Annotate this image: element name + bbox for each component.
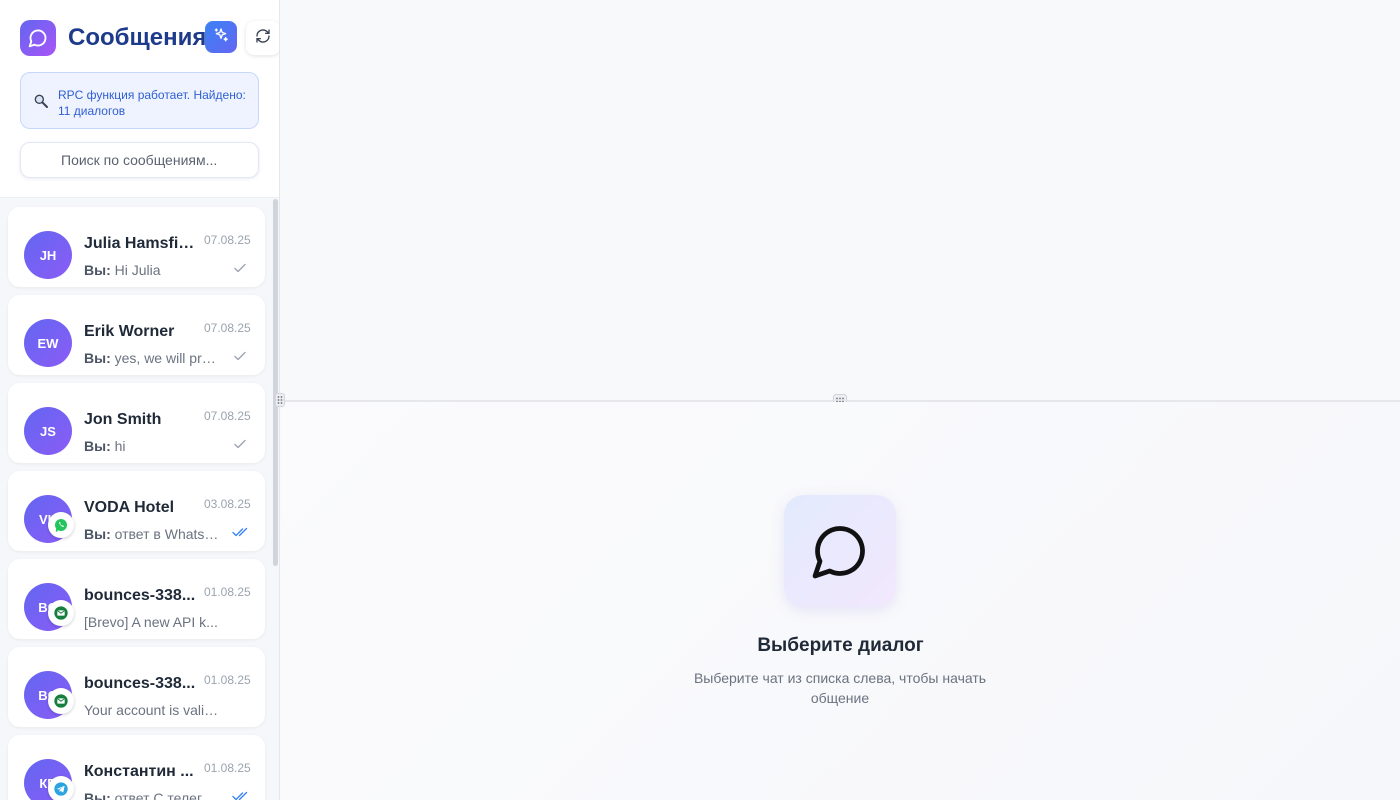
chat-bubble-icon bbox=[784, 495, 896, 607]
conversation-date: 07.08.25 bbox=[204, 233, 251, 247]
conversation-item[interactable]: JH Julia Hamsfield 07.08.25 Вы: Hi Julia bbox=[8, 207, 265, 287]
sidebar-header: Сообщения RPC функция работает. Найдено:… bbox=[0, 0, 279, 198]
conversation-item[interactable]: VH VODA Hotel 03.08.25 Вы: ответ в Whats… bbox=[8, 471, 265, 551]
envelope-icon bbox=[48, 688, 74, 714]
preview-text: Hi Julia bbox=[114, 262, 161, 278]
conversation-date: 03.08.25 bbox=[204, 497, 251, 511]
conversation-list[interactable]: JH Julia Hamsfield 07.08.25 Вы: Hi Julia… bbox=[0, 199, 279, 800]
avatar: EW bbox=[24, 319, 72, 367]
conversation-name: VODA Hotel bbox=[84, 499, 175, 516]
magnifier-icon bbox=[33, 93, 49, 109]
preview-text: ответ в Whatsa... bbox=[114, 526, 220, 542]
envelope-icon bbox=[48, 600, 74, 626]
conversation-date: 07.08.25 bbox=[204, 409, 251, 423]
conversation-date: 01.08.25 bbox=[204, 585, 251, 599]
empty-state-title: Выберите диалог bbox=[757, 635, 924, 656]
conversation-name: Константин ... bbox=[84, 763, 194, 780]
telegram-icon bbox=[48, 776, 74, 800]
whatsapp-icon bbox=[48, 512, 74, 538]
sender-label: Вы: bbox=[84, 438, 111, 454]
empty-state-pane: Выберите диалог Выберите чат из списка с… bbox=[281, 402, 1400, 800]
conversation-item[interactable]: BO bounces-338... 01.08.25 Your account … bbox=[8, 647, 265, 727]
check-icon bbox=[232, 261, 248, 275]
conversation-preview: Вы: yes, we will pro... bbox=[84, 350, 220, 366]
check-icon bbox=[232, 437, 248, 451]
rpc-status-banner: RPC функция работает. Найдено: 11 диалог… bbox=[20, 72, 259, 129]
conversation-name: bounces-338... bbox=[84, 587, 196, 604]
conversation-name: Erik Worner bbox=[84, 323, 175, 340]
conversation-preview: Вы: ответ в Whatsa... bbox=[84, 526, 220, 542]
sender-label: Вы: bbox=[84, 262, 111, 278]
conversation-date: 07.08.25 bbox=[204, 321, 251, 335]
conversation-item[interactable]: BO bounces-338... 01.08.25 [Brevo] A new… bbox=[8, 559, 265, 639]
conversation-item[interactable]: JS Jon Smith 07.08.25 Вы: hi bbox=[8, 383, 265, 463]
refresh-icon bbox=[255, 28, 271, 49]
conversation-date: 01.08.25 bbox=[204, 673, 251, 687]
search-box bbox=[20, 142, 259, 178]
conversation-preview: [Brevo] A new API k... bbox=[84, 614, 218, 630]
sidebar: Сообщения RPC функция работает. Найдено:… bbox=[0, 0, 280, 800]
scrollbar[interactable] bbox=[273, 199, 278, 566]
check-icon bbox=[232, 349, 248, 363]
refresh-button[interactable] bbox=[246, 21, 279, 55]
double-check-icon bbox=[232, 789, 248, 800]
conversation-preview: Your account is valid... bbox=[84, 702, 220, 718]
sparkles-icon bbox=[213, 27, 229, 48]
page-title: Сообщения bbox=[68, 24, 207, 51]
preview-text: hi bbox=[114, 438, 126, 454]
conversation-name: bounces-338... bbox=[84, 675, 196, 692]
resize-handle-vertical[interactable] bbox=[275, 393, 285, 407]
avatar: JS bbox=[24, 407, 72, 455]
preview-text: ответ С телеги ... bbox=[114, 790, 220, 800]
avatar: JH bbox=[24, 231, 72, 279]
conversation-preview: Вы: Hi Julia bbox=[84, 262, 220, 278]
preview-text: yes, we will pro... bbox=[114, 350, 220, 366]
sender-label: Вы: bbox=[84, 350, 111, 366]
conversation-item[interactable]: КП Константин ... 01.08.25 Вы: ответ С т… bbox=[8, 735, 265, 800]
conversation-item[interactable]: EW Erik Worner 07.08.25 Вы: yes, we will… bbox=[8, 295, 265, 375]
main-area: Выберите диалог Выберите чат из списка с… bbox=[281, 0, 1400, 800]
conversation-name: Jon Smith bbox=[84, 411, 162, 428]
double-check-icon bbox=[232, 525, 248, 539]
search-input[interactable] bbox=[61, 143, 251, 177]
top-pane bbox=[281, 0, 1400, 400]
ai-assistant-button[interactable] bbox=[205, 21, 237, 53]
chat-bubble-icon bbox=[20, 20, 56, 56]
sender-label: Вы: bbox=[84, 526, 111, 542]
conversation-name: Julia Hamsfield bbox=[84, 235, 200, 252]
empty-state-description: Выберите чат из списка слева, чтобы нача… bbox=[693, 670, 987, 706]
rpc-status-text: RPC функция работает. Найдено: 11 диалог… bbox=[58, 88, 246, 118]
conversation-date: 01.08.25 bbox=[204, 761, 251, 775]
conversation-preview: Вы: ответ С телеги ... bbox=[84, 790, 220, 800]
sender-label: Вы: bbox=[84, 790, 111, 800]
conversation-preview: Вы: hi bbox=[84, 438, 220, 454]
